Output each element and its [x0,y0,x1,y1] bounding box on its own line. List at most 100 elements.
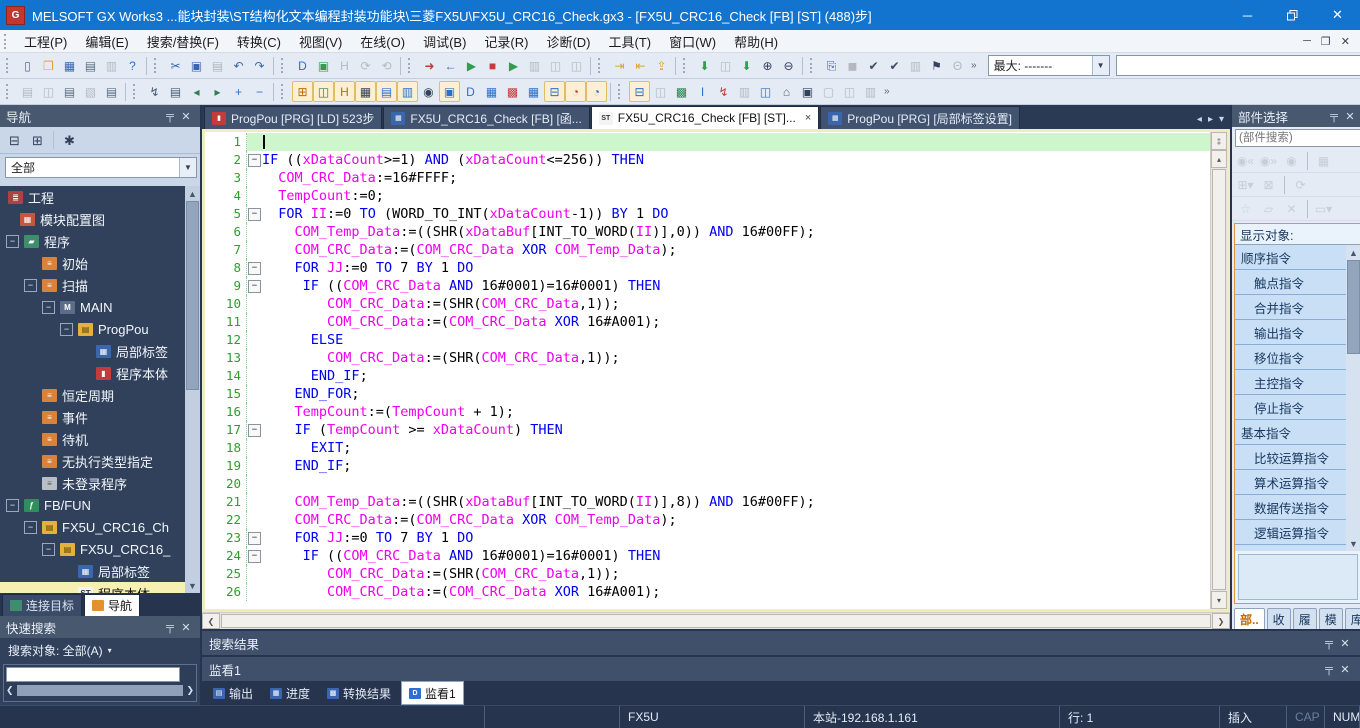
code-line[interactable]: 15 END_FOR; [205,385,1210,403]
element-pin-icon[interactable]: ╤ [1326,110,1342,122]
tree-item-工程[interactable]: ≣工程 [0,186,200,208]
window-1-button[interactable]: ▢ [818,81,839,102]
quick-search-close-icon[interactable]: ✕ [178,621,194,634]
watch-window-bar[interactable]: 监看1 ╤ ✕ [202,657,1360,681]
expand-all-button[interactable]: ⊞ [27,130,48,151]
code-line[interactable]: 9− IF ((COM_CRC_Data AND 16#0001)=16#000… [205,277,1210,295]
code-line[interactable]: 14 END_IF; [205,367,1210,385]
instruction-item-主控指令[interactable]: 主控指令 [1235,370,1346,395]
menu-online[interactable]: 在线(O) [351,30,414,52]
instruction-item-合并指令[interactable]: 合并指令 [1235,295,1346,320]
scroll-thumb[interactable] [17,685,184,696]
update-list-button[interactable]: ⟳ [1290,174,1311,195]
paste-button[interactable]: ▤ [207,55,228,76]
refresh-2-button[interactable]: ⟲ [376,55,397,76]
element-scroll-thumb[interactable] [1347,260,1360,354]
open-project-button[interactable]: ❒ [38,55,59,76]
tabs-scroll-left-icon[interactable]: ◂ [1197,114,1202,125]
tree-item-程序本体[interactable]: ST程序本体 [0,582,200,593]
tree-item-初始[interactable]: ≡初始 [0,252,200,274]
element-list-scrollbar[interactable]: ▲▼ [1346,245,1360,551]
fold-collapse-icon[interactable]: − [248,208,261,221]
memory-window-button[interactable]: ▥ [734,81,755,102]
menu-project[interactable]: 工程(P) [15,30,76,52]
device-test-2-button[interactable]: ◫ [566,55,587,76]
collapse-all-button[interactable]: ⊟ [4,130,25,151]
tree-expander-icon[interactable]: − [60,323,73,336]
read-from-plc-button[interactable]: ← [440,55,461,76]
scroll-right-arrow-icon[interactable]: ❯ [1212,613,1230,629]
copy-button[interactable]: ▣ [186,55,207,76]
remove-watch-button[interactable]: − [249,81,270,102]
monitor-pause-button[interactable]: ▥ [524,55,545,76]
tree-item-事件[interactable]: ≡事件 [0,406,200,428]
code-line[interactable]: 20 [205,475,1210,493]
monitor-start-button[interactable]: ▶ [461,55,482,76]
tabs-list-icon[interactable]: ▾ [1219,114,1224,125]
element-tab-library[interactable]: 库 [1345,608,1360,629]
set-flag-button[interactable]: ⚑ [926,55,947,76]
verify-sync-button[interactable]: ⬇ [736,55,757,76]
form-view-button[interactable]: ▤ [17,81,38,102]
code-line[interactable]: 3 COM_CRC_Data:=16#FFFF; [205,169,1210,187]
tree-item-MAIN[interactable]: −MMAIN [0,296,200,318]
print-form-button[interactable]: ▤ [101,81,122,102]
code-line[interactable]: 18 EXIT; [205,439,1210,457]
code-line[interactable]: 5− FOR II:=0 TO (WORD_TO_INT(xDataCount-… [205,205,1210,223]
code-line[interactable]: 19 END_IF; [205,457,1210,475]
instruction-item-数据移位指令[interactable]: 数据移位指令 [1235,545,1346,551]
code-line[interactable]: 23− FOR JJ:=0 TO 7 BY 1 DO [205,529,1210,547]
minimize-button[interactable]: ─ [1225,0,1270,30]
find-window-button[interactable]: ◉ [418,81,439,102]
tree-expander-icon[interactable]: − [24,279,37,292]
menu-diagnostics[interactable]: 诊断(D) [537,30,599,52]
menu-find-replace[interactable]: 搜索/替换(F) [138,30,228,52]
instruction-item-移位指令[interactable]: 移位指令 [1235,345,1346,370]
device-io-button[interactable]: H [334,55,355,76]
instruction-item-停止指令[interactable]: 停止指令 [1235,395,1346,420]
tree-scroll-down-icon[interactable]: ▼ [185,578,200,593]
settings-gear-button[interactable]: ✱ [59,130,80,151]
search-results-bar[interactable]: 搜索结果 ╤ ✕ [202,631,1360,655]
tree-item-未登录程序[interactable]: ≡未登录程序 [0,472,200,494]
mdi-restore-button[interactable]: ❐ [1321,35,1331,48]
scan-time-combo[interactable]: 最大: -------▼ [988,55,1110,76]
menu-recording[interactable]: 记录(R) [475,30,537,52]
element-tab-favorites[interactable]: 收 [1267,608,1291,629]
menu-convert[interactable]: 转换(C) [228,30,290,52]
convert-button[interactable]: ↯ [144,81,165,102]
code-line[interactable]: 13 COM_CRC_Data:=(SHR(COM_CRC_Data,1)); [205,349,1210,367]
place-element-button[interactable]: ⊞▾ [1235,174,1256,195]
mdi-minimize-button[interactable]: ─ [1303,35,1311,47]
code-line[interactable]: 1 [205,133,1210,151]
watch-window-2-button[interactable]: ◔ [586,81,607,102]
code-line[interactable]: 8− FOR JJ:=0 TO 7 BY 1 DO [205,259,1210,277]
nav-close-icon[interactable]: ✕ [178,110,194,123]
progress-window-button[interactable]: ▥ [397,81,418,102]
fold-collapse-icon[interactable]: − [248,280,261,293]
write-to-plc-button[interactable]: ➜ [419,55,440,76]
code-line[interactable]: 11 COM_CRC_Data:=(COM_CRC_Data XOR 16#A0… [205,313,1210,331]
verify-write-button[interactable]: ⬇ [694,55,715,76]
find-previous-button[interactable]: ◉« [1235,150,1256,171]
toolbar2-more-icon[interactable]: » [881,86,893,97]
tree-expander-icon[interactable]: − [24,521,37,534]
pause-button[interactable]: ▥ [905,55,926,76]
toolbar-overflow-icon[interactable]: » [968,60,980,71]
tab-connection-destination[interactable]: 连接目标 [2,594,82,616]
restore-button[interactable] [1270,0,1315,30]
tree-item-FX5U_CRC16_Ch[interactable]: −▤FX5U_CRC16_Ch [0,516,200,538]
delete-button[interactable]: ✕ [1281,198,1302,219]
instruction-item-基本指令[interactable]: 基本指令 [1235,420,1346,445]
code-line[interactable]: 6 COM_Temp_Data:=((SHR(xDataBuf[INT_TO_W… [205,223,1210,241]
element-tab-history[interactable]: 履 [1293,608,1317,629]
undo-button[interactable]: ↶ [228,55,249,76]
element-scroll-up-icon[interactable]: ▲ [1346,245,1360,260]
add-watch-button[interactable]: + [228,81,249,102]
element-scroll-down-icon[interactable]: ▼ [1346,536,1360,551]
tree-item-程序本体[interactable]: ▮程序本体 [0,362,200,384]
cross-reference-button[interactable]: ⇥ [609,55,630,76]
menu-edit[interactable]: 编辑(E) [76,30,137,52]
instruction-item-逻辑运算指令[interactable]: 逻辑运算指令 [1235,520,1346,545]
menu-help[interactable]: 帮助(H) [725,30,787,52]
